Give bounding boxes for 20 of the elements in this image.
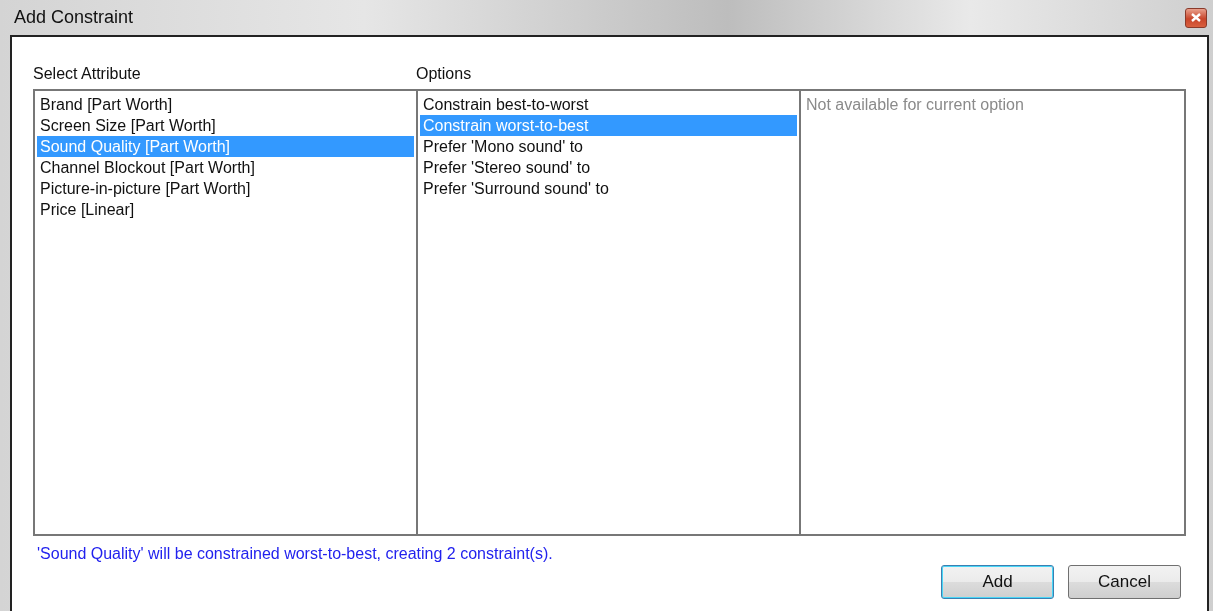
list-item[interactable]: Screen Size [Part Worth] [37,115,414,136]
options-label: Options [416,64,473,84]
list-item[interactable]: Constrain best-to-worst [420,94,797,115]
list-box[interactable]: Constrain best-to-worst Constrain worst-to-best Prefer 'Mono sound' to Prefer 'Stereo sound' to Prefer 'Surround sound' to [416,89,799,536]
list-item[interactable]: Prefer 'Mono sound' to [420,136,797,157]
list-item[interactable]: Channel Blockout [Part Worth] [37,157,414,178]
list-item[interactable]: Prefer 'Surround sound' to [420,178,797,199]
list-item[interactable]: Prefer 'Stereo sound' to [420,157,797,178]
close-button[interactable] [1185,7,1207,28]
attribute-label: Select Attribute [33,64,142,84]
dialog-button[interactable]: Add [941,565,1054,599]
list-item[interactable]: Price [Linear] [37,199,414,220]
window-title: Add Constraint [14,7,134,28]
dialog-button[interactable]: Cancel [1068,565,1181,599]
close-icon [1191,13,1201,22]
status-message: 'Sound Quality' will be constrained worst-to-best, creating 2 constraint(s). [36,545,554,563]
list-box[interactable]: Brand [Part Worth] Screen Size [Part Worth] Sound Quality [Part Worth] Channel Blockout [Part Worth] Picture-in-picture [Part Worth] Price [Linear] [33,89,416,536]
list-item[interactable]: Picture-in-picture [Part Worth] [37,178,414,199]
list-item[interactable]: Brand [Part Worth] [37,94,414,115]
detail-message: Not available for current option [805,95,1025,115]
